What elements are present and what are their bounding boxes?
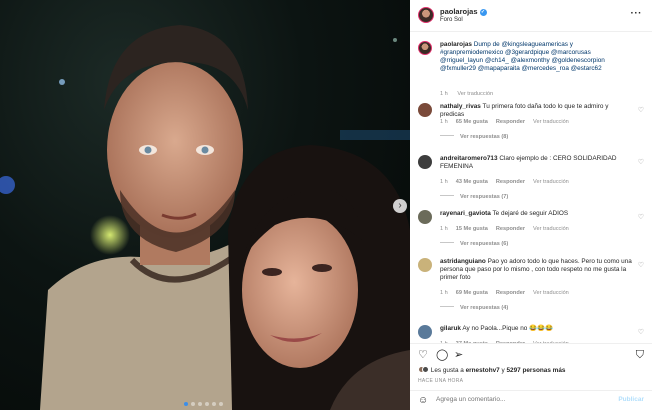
add-comment-bar: ☺ Publicar	[410, 390, 652, 410]
emoji-icon[interactable]: ☺	[418, 395, 428, 406]
comment-meta: 1 h 65 Me gusta Responder Ver traducción	[440, 119, 577, 125]
comment-username[interactable]: astridanguiano	[440, 258, 486, 265]
view-replies-link[interactable]: Ver respuestas (4)	[440, 305, 508, 311]
comment-icon[interactable]: ◯	[436, 349, 448, 361]
author-username[interactable]: paolarojas ✓	[440, 7, 487, 16]
carousel-dot	[212, 402, 216, 406]
comment-avatar[interactable]	[418, 258, 432, 272]
heart-icon[interactable]: ♡	[418, 349, 428, 361]
comment-time: 1 h	[440, 290, 448, 296]
comment-like-icon[interactable]: ♡	[638, 158, 644, 166]
comment-reply-link[interactable]: Responder	[496, 226, 525, 232]
comment-like-icon[interactable]: ♡	[638, 106, 644, 114]
comment-meta: 1 h 69 Me gusta Responder Ver traducción	[440, 290, 577, 296]
author-avatar[interactable]	[418, 7, 434, 23]
comment-meta: 1 h 15 Me gusta Responder Ver traducción	[440, 226, 577, 232]
comment-translate-link[interactable]: Ver traducción	[533, 179, 569, 185]
verified-icon: ✓	[479, 9, 487, 16]
carousel-dots	[184, 402, 223, 406]
comment-like-icon[interactable]: ♡	[638, 328, 644, 336]
comment-body: Ay no Paola...Pique no 😂😂😂	[462, 325, 553, 332]
more-horizontal-icon[interactable]: ···	[631, 8, 643, 19]
share-icon[interactable]: ➢	[454, 349, 463, 361]
caption-avatar[interactable]	[418, 41, 432, 55]
comment-reply-link[interactable]: Responder	[496, 290, 525, 296]
comment-reply-link[interactable]: Responder	[496, 179, 525, 185]
comment-translate-link[interactable]: Ver traducción	[533, 226, 569, 232]
post-header: paolarojas ✓ Foro Sol ···	[410, 0, 652, 32]
next-image-button[interactable]: ›	[393, 199, 407, 213]
likes-others[interactable]: 5297 personas más	[506, 367, 565, 374]
carousel-dot	[184, 402, 188, 406]
comment-text: astridanguiano Pao yo adoro todo lo que …	[440, 258, 632, 282]
post-image	[0, 25, 410, 410]
likes-prefix: Les gusta a	[430, 367, 464, 374]
comment-likes[interactable]: 69 Me gusta	[456, 290, 488, 296]
action-bar: ♡ ◯ ➢ ⛉	[410, 343, 652, 365]
comment-avatar[interactable]	[418, 325, 432, 339]
comments-list[interactable]: paolarojas Dump de @kingsleagueamericas …	[410, 33, 652, 343]
liker-avatar	[422, 366, 429, 373]
comment-meta: 1 h 43 Me gusta Responder Ver traducción	[440, 179, 577, 185]
comment-translate-link[interactable]: Ver traducción	[533, 119, 569, 125]
post-timestamp: HACE UNA HORA	[418, 378, 464, 384]
carousel-dot	[191, 402, 195, 406]
comment-avatar[interactable]	[418, 103, 432, 117]
comment-text: gilaruk Ay no Paola...Pique no 😂😂😂	[440, 325, 632, 333]
carousel-dot	[205, 402, 209, 406]
carousel-dot	[198, 402, 202, 406]
comment-time: 1 h	[440, 179, 448, 185]
post-photo[interactable]: ›	[0, 0, 410, 410]
bookmark-icon[interactable]: ⛉	[636, 349, 644, 361]
comment-username[interactable]: andreitaromero713	[440, 155, 498, 162]
comment-time: 1 h	[440, 226, 448, 232]
likes-conj: y	[501, 367, 505, 374]
post-location[interactable]: Foro Sol	[440, 17, 463, 23]
comment-input[interactable]	[436, 396, 596, 403]
comment-text: andreitaromero713 Claro ejemplo de : CER…	[440, 155, 632, 171]
caption-meta: 1 h Ver traducción	[440, 91, 501, 97]
likes-summary[interactable]: Les gusta a ernestohv7 y 5297 personas m…	[418, 366, 565, 374]
caption-translate-link[interactable]: Ver traducción	[457, 91, 493, 97]
comment-username[interactable]: nathaly_rivas	[440, 103, 481, 110]
caption-text: paolarojas Dump de @kingsleagueamericas …	[440, 41, 632, 73]
comment-username[interactable]: rayenari_gaviota	[440, 210, 491, 217]
post-side-panel: paolarojas ✓ Foro Sol ··· paolarojas Dump…	[410, 0, 652, 410]
likes-user[interactable]: ernestohv7	[466, 367, 500, 374]
comment-likes[interactable]: 65 Me gusta	[456, 119, 488, 125]
author-username-text[interactable]: paolarojas	[440, 7, 478, 16]
comment-text: nathaly_rivas Tu primera foto daña todo …	[440, 103, 632, 119]
comment-avatar[interactable]	[418, 210, 432, 224]
comment-translate-link[interactable]: Ver traducción	[533, 290, 569, 296]
comment-username[interactable]: gilaruk	[440, 325, 461, 332]
view-replies-link[interactable]: Ver respuestas (7)	[440, 194, 508, 200]
comment-reply-link[interactable]: Responder	[496, 119, 525, 125]
view-replies-link[interactable]: Ver respuestas (8)	[440, 134, 508, 140]
comment-avatar[interactable]	[418, 155, 432, 169]
comment-likes[interactable]: 43 Me gusta	[456, 179, 488, 185]
comment-text: rayenari_gaviota Te dejaré de seguir ADI…	[440, 210, 632, 218]
comment-body: Te dejaré de seguir ADIOS	[492, 210, 569, 217]
caption-time: 1 h	[440, 91, 448, 97]
view-replies-link[interactable]: Ver respuestas (6)	[440, 241, 508, 247]
comment-likes[interactable]: 15 Me gusta	[456, 226, 488, 232]
carousel-dot	[219, 402, 223, 406]
comment-time: 1 h	[440, 119, 448, 125]
caption-username[interactable]: paolarojas	[440, 41, 472, 48]
comment-like-icon[interactable]: ♡	[638, 261, 644, 269]
comment-like-icon[interactable]: ♡	[638, 213, 644, 221]
publish-button[interactable]: Publicar	[618, 396, 644, 403]
